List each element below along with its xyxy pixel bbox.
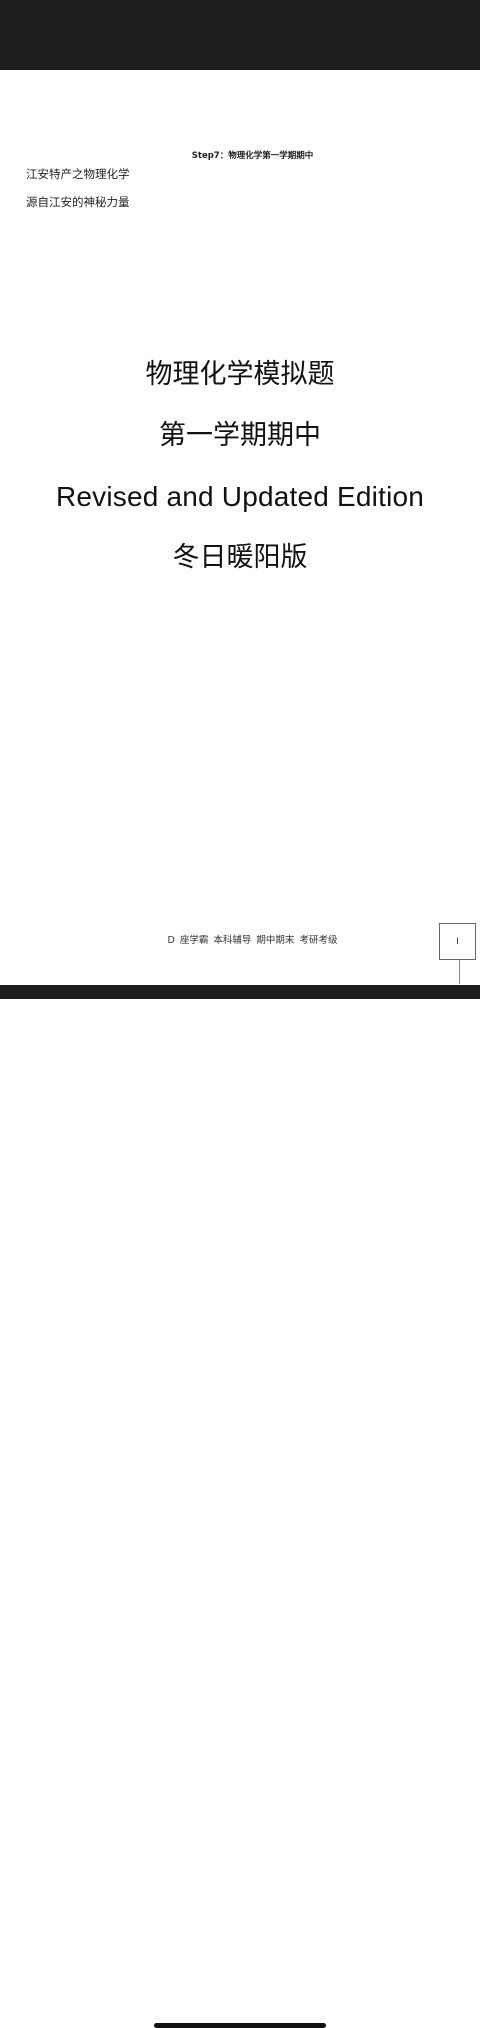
page-footer: D 座学霸 本科辅导 期中期末 考研考级 <box>167 935 338 946</box>
title-line-term: 第一学期期中 <box>159 420 321 451</box>
title-block: 物理化学模拟题 第一学期期中 Revised and Updated Editi… <box>0 344 480 588</box>
title-line-edition: Revised and Updated Edition <box>55 481 425 512</box>
side-note-line-1: 江安特产之物理化学 <box>26 167 130 181</box>
page-number: I <box>439 923 476 960</box>
home-indicator[interactable] <box>154 2023 326 2028</box>
title-line-version: 冬日暖阳版 <box>172 542 308 573</box>
viewer-top-bar <box>0 0 480 70</box>
viewer-bottom-bar <box>0 985 480 999</box>
page-number-tick <box>459 960 460 984</box>
side-note-line-2: 源自江安的神秘力量 <box>26 195 130 209</box>
document-page: Step7：物理化学第一学期期中 江安特产之物理化学 源自江安的神秘力量 物理化… <box>0 70 480 985</box>
home-area <box>0 999 480 2028</box>
page-header: Step7：物理化学第一学期期中 <box>191 151 314 161</box>
title-line-subject: 物理化学模拟题 <box>145 359 335 390</box>
